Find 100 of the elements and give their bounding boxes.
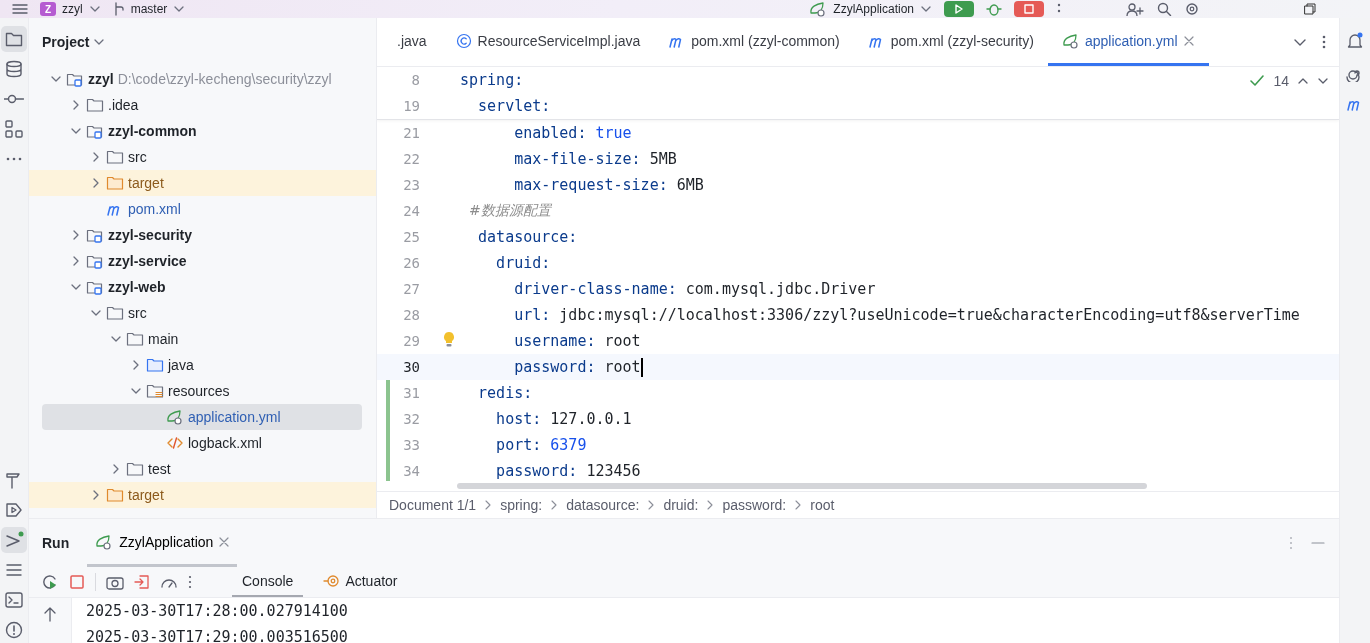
tree-item[interactable]: target (29, 482, 376, 508)
module-folder-icon (86, 227, 104, 243)
tree-item[interactable]: src (29, 300, 368, 326)
yaml-value: com.mysql.jdbc.Driver (684, 280, 876, 298)
tree-item[interactable]: target (29, 170, 376, 196)
yaml-value: root (603, 332, 641, 350)
arrow-up-icon[interactable] (43, 606, 57, 622)
more-icon[interactable] (188, 575, 192, 589)
editor-tab[interactable]: .java (383, 18, 441, 66)
line-number: 31 (402, 385, 420, 401)
class-icon (454, 32, 473, 49)
run-icon (4, 530, 24, 550)
chevron-right-icon (647, 500, 656, 510)
line-number: 21 (402, 125, 420, 141)
breadcrumb[interactable]: datasource: (566, 497, 640, 513)
stop-icon (1023, 3, 1035, 15)
more-icon[interactable] (1321, 34, 1327, 50)
run-tab[interactable]: ZzylApplication (87, 519, 238, 567)
close-icon[interactable] (219, 536, 230, 547)
tree-item[interactable]: .idea (29, 92, 368, 118)
lightbulb-icon[interactable] (442, 330, 455, 348)
editor-tab[interactable]: pom.xml (zzyl-common) (654, 18, 854, 66)
tree-item[interactable]: src (29, 144, 368, 170)
folder-icon (126, 331, 144, 347)
scrollbar-thumb[interactable] (457, 483, 1147, 489)
tree-item[interactable]: zzyl-security (29, 222, 368, 248)
breadcrumb[interactable]: spring: (500, 497, 543, 513)
tree-item[interactable]: java (29, 352, 368, 378)
yaml-value: 6MB (675, 176, 704, 194)
exit-icon[interactable] (134, 574, 150, 590)
run-configuration[interactable]: ZzylApplication (833, 2, 914, 16)
view-tab[interactable]: Actuator (313, 567, 408, 597)
yaml-key: password: (460, 358, 596, 376)
yaml-key: password: (460, 462, 578, 480)
line-number: 33 (402, 437, 420, 453)
branch-name[interactable]: master (130, 2, 168, 16)
panel-title[interactable]: Project (42, 34, 90, 50)
editor-tab[interactable]: ResourceServiceImpl.java (440, 18, 655, 66)
yaml-key: host: (460, 410, 542, 428)
folder-icon (126, 461, 144, 477)
close-icon[interactable] (1182, 34, 1195, 47)
play-badge-icon (4, 500, 24, 520)
editor-tab[interactable]: pom.xml (zzyl-security) (853, 18, 1048, 66)
yaml-key: spring: (460, 71, 524, 89)
tree-item[interactable]: logback.xml (29, 430, 368, 456)
menu-icon[interactable] (12, 2, 28, 16)
bug-icon[interactable] (986, 2, 1002, 16)
tree-item[interactable]: resources (29, 378, 368, 404)
restore-window-icon[interactable] (1304, 3, 1316, 15)
project-name[interactable]: zzyl (62, 2, 83, 16)
tree-item[interactable]: zzyl-web (29, 274, 368, 300)
module-folder-icon (86, 279, 104, 295)
breadcrumb[interactable]: Document 1/1 (389, 497, 477, 513)
tree-item[interactable]: application.yml (42, 404, 362, 430)
tree-item[interactable]: main (29, 326, 368, 352)
console-line: 2025-03-30T17:28:00.027914100 (86, 601, 348, 622)
tool-window-button[interactable] (1, 26, 27, 52)
text-cursor (640, 357, 643, 377)
add-user-icon[interactable] (1126, 2, 1144, 16)
branch-icon (112, 2, 125, 16)
stop-button[interactable] (1014, 1, 1044, 17)
editor-tab[interactable]: application.yml (1047, 18, 1209, 66)
bell-icon[interactable] (1346, 32, 1364, 50)
line-number: 19 (402, 98, 420, 114)
breadcrumb[interactable]: druid: (663, 497, 699, 513)
line-number: 32 (402, 411, 420, 427)
tool-window-button[interactable] (1, 527, 27, 553)
tree-item[interactable]: zzyl-service (29, 248, 368, 274)
tree-item[interactable]: zzyl-common (29, 118, 368, 144)
target-icon (323, 573, 340, 589)
module-folder-icon (66, 71, 84, 87)
line-number: 24 (402, 203, 420, 219)
folder-icon (146, 357, 164, 373)
inspection-count[interactable]: 14 (1273, 73, 1289, 89)
search-icon[interactable] (1156, 2, 1172, 16)
leaf-gear-icon (1061, 32, 1080, 49)
line-number: 8 (410, 72, 420, 88)
code-tag-icon (166, 435, 184, 451)
yaml-value: jdbc:mysql://localhost:3306/zzyl?useUnicode=true&characterEncoding=utf8&serverTime (558, 306, 1300, 324)
line-number: 26 (402, 255, 420, 271)
breadcrumb[interactable]: password: (722, 497, 787, 513)
tree-item[interactable]: zzyl D:\code\zzyl-kecheng\security\zzyl (29, 66, 368, 92)
rerun-button[interactable] (944, 1, 974, 17)
structure-icon (4, 119, 24, 139)
yaml-key: servlet: (460, 97, 551, 115)
yaml-key: driver-class-name: (460, 280, 677, 298)
tree-item[interactable]: test (29, 456, 368, 482)
project-badge: Z (40, 2, 56, 16)
yaml-key: username: (460, 332, 596, 350)
warning-icon (4, 620, 24, 640)
line-number: 29 (402, 333, 420, 349)
tree-item[interactable]: pom.xml (29, 196, 368, 222)
yaml-value: root (603, 358, 641, 376)
breadcrumb[interactable]: root (810, 497, 835, 513)
settings-icon[interactable] (1184, 2, 1200, 16)
line-number: 34 (402, 463, 420, 479)
yaml-key: datasource: (460, 228, 578, 246)
line-number: 27 (402, 281, 420, 297)
yaml-value: 127.0.0.1 (549, 410, 632, 428)
camera-icon[interactable] (106, 574, 124, 590)
